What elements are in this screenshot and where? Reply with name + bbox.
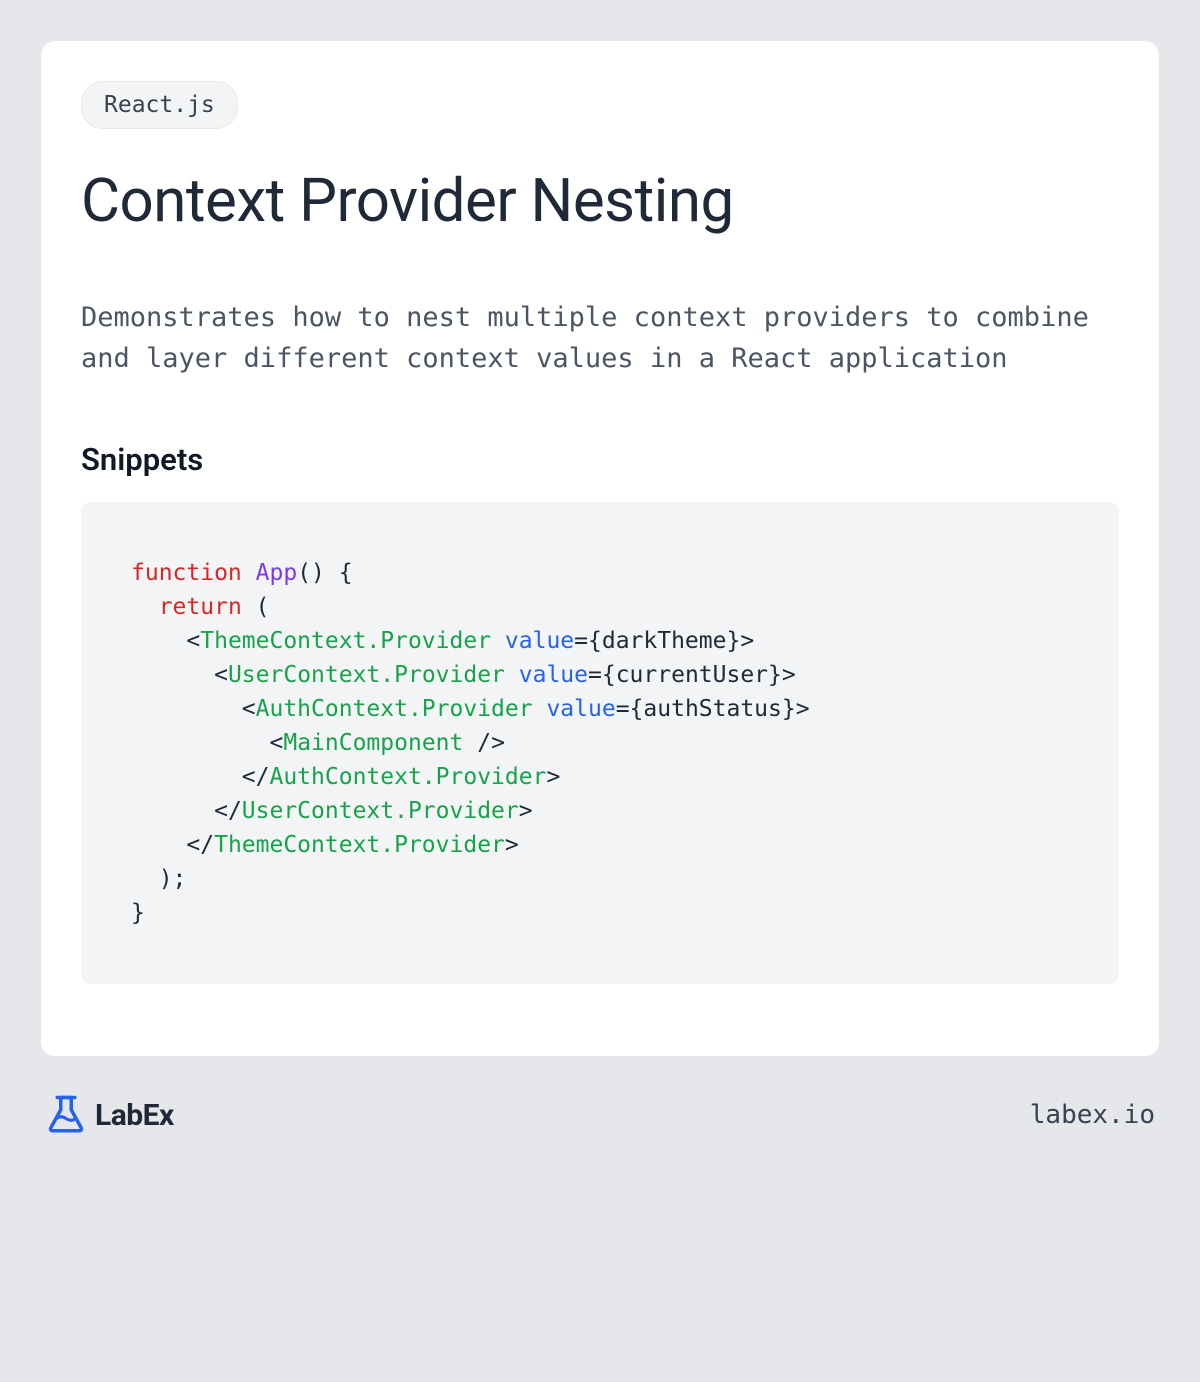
jsx-value: ={darkTheme} [574,628,740,654]
jsx-close-tag: UserContext.Provider [242,798,519,824]
jsx-attr: value [519,662,588,688]
jsx-value: ={authStatus} [616,696,796,722]
brand: LabEx [45,1094,174,1136]
jsx-tag: UserContext.Provider [228,662,505,688]
category-tag: React.js [81,81,238,129]
jsx-tag: AuthContext.Provider [256,696,533,722]
jsx-close-tag: AuthContext.Provider [269,764,546,790]
jsx-tag: ThemeContext.Provider [200,628,491,654]
domain-text: labex.io [1030,1100,1155,1130]
brand-name: LabEx [95,1098,174,1133]
return-paren: ( [242,594,270,620]
content-card: React.js Context Provider Nesting Demons… [41,41,1159,1056]
footer: LabEx labex.io [41,1094,1159,1136]
page-title: Context Provider Nesting [81,165,1119,236]
description-text: Demonstrates how to nest multiple contex… [81,298,1119,379]
keyword-return: return [159,594,242,620]
closing-paren: ); [159,866,187,892]
jsx-attr: value [505,628,574,654]
fn-parens: () { [297,560,352,586]
code-snippet: function App() { return ( <ThemeContext.… [81,502,1119,984]
snippets-heading: Snippets [81,441,1119,478]
jsx-attr: value [546,696,615,722]
function-name: App [256,560,298,586]
keyword-function: function [131,560,242,586]
flask-icon [45,1094,87,1136]
jsx-value: ={currentUser} [588,662,782,688]
jsx-close-tag: ThemeContext.Provider [214,832,505,858]
jsx-selfclose-tag: MainComponent [283,730,463,756]
closing-brace: } [131,900,145,926]
